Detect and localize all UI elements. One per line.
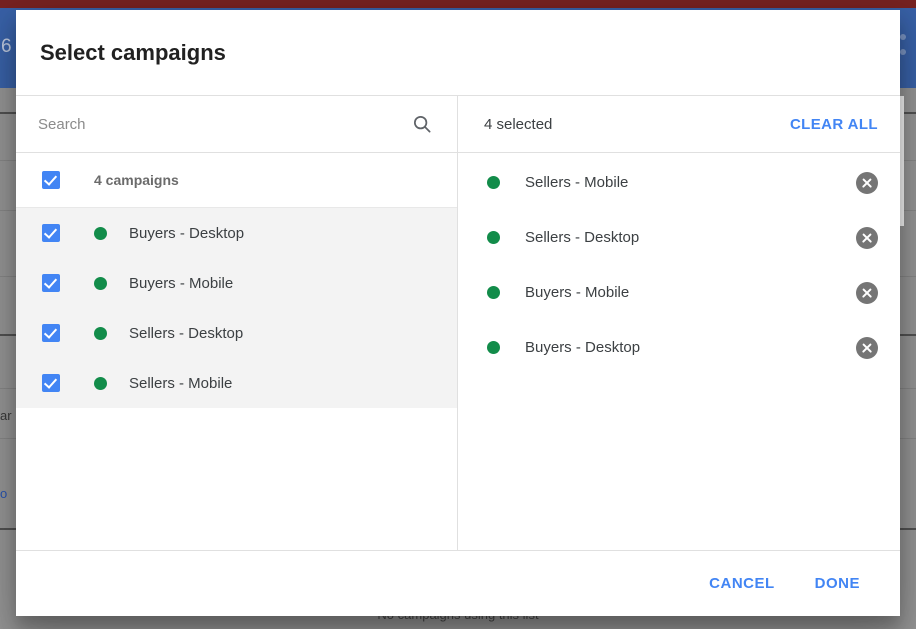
campaign-status-dot [487,231,500,244]
campaign-label: Sellers - Desktop [129,324,244,342]
close-circle-icon[interactable] [856,336,878,359]
close-circle-icon[interactable] [856,281,878,304]
select-all-campaigns-row[interactable]: 4 campaigns [16,153,457,208]
select-campaigns-dialog: Select campaigns 4 campaigns [16,10,900,616]
selected-count-label: 4 selected [484,115,553,133]
select-all-label: 4 campaigns [94,172,179,188]
campaign-label: Sellers - Mobile [129,374,233,392]
selected-row[interactable]: Sellers - Mobile [458,155,900,210]
campaign-list-selected-group: Buyers - Desktop Buyers - Mobile Sellers… [16,208,457,408]
campaign-row[interactable]: Buyers - Mobile [16,258,457,308]
selected-list[interactable]: Sellers - Mobile Sellers - Desktop Buyer… [458,153,900,550]
clear-all-button[interactable]: CLEAR ALL [790,116,878,133]
selected-campaign-label: Buyers - Desktop [525,339,641,356]
dialog-footer: CANCEL DONE [16,551,900,616]
campaign-checkbox[interactable] [42,224,60,242]
selected-row[interactable]: Buyers - Mobile [458,265,900,320]
search-row [16,96,457,153]
dialog-title: Select campaigns [40,40,226,65]
campaign-status-dot [94,226,107,240]
search-input[interactable] [38,115,409,133]
campaign-row[interactable]: Sellers - Desktop [16,308,457,358]
dialog-panels: 4 campaigns Buyers - Desktop Buyers - Mo… [16,95,900,551]
close-circle-icon[interactable] [856,171,878,194]
campaign-row[interactable]: Sellers - Mobile [16,358,457,408]
campaign-row[interactable]: Buyers - Desktop [16,208,457,258]
selected-campaign-label: Sellers - Mobile [525,174,629,191]
selected-row[interactable]: Buyers - Desktop [458,320,900,375]
close-circle-icon[interactable] [856,226,878,249]
available-campaigns-panel: 4 campaigns Buyers - Desktop Buyers - Mo… [16,96,458,550]
campaign-status-dot [487,286,500,299]
campaign-label: Buyers - Mobile [129,274,234,292]
campaign-label: Buyers - Desktop [129,224,245,242]
done-button[interactable]: DONE [801,565,874,602]
selected-header: 4 selected CLEAR ALL [458,96,900,153]
campaign-checkbox[interactable] [42,324,60,342]
campaign-checkbox[interactable] [42,274,60,292]
campaign-status-dot [487,341,500,354]
campaign-status-dot [94,326,107,340]
search-icon[interactable] [409,111,435,137]
campaign-checkbox[interactable] [42,374,60,392]
campaign-status-dot [94,276,107,290]
cancel-button[interactable]: CANCEL [695,565,789,602]
selected-campaign-label: Buyers - Mobile [525,284,630,301]
selected-campaign-label: Sellers - Desktop [525,229,640,246]
campaign-status-dot [487,176,500,189]
selected-campaigns-panel: 4 selected CLEAR ALL Sellers - Mobile Se… [458,96,900,550]
campaign-status-dot [94,376,107,390]
campaign-list[interactable]: Buyers - Desktop Buyers - Mobile Sellers… [16,208,457,550]
selected-row[interactable]: Sellers - Desktop [458,210,900,265]
select-all-checkbox[interactable] [42,171,60,189]
